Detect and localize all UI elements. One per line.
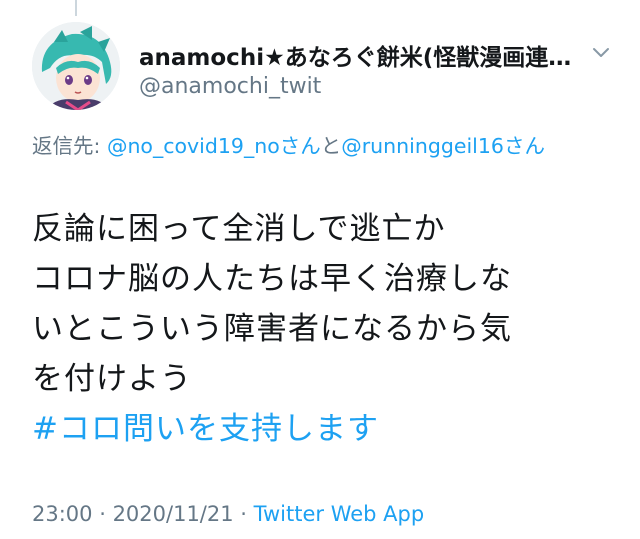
tweet-text-line: を付けよう bbox=[32, 361, 192, 397]
tweet-metadata: 23:00 · 2020/11/21 · Twitter Web App bbox=[32, 502, 424, 526]
tweet-text-line: コロナ脳の人たちは早く治療しな bbox=[32, 261, 512, 297]
mention-link[interactable]: @no_covid19_noさん bbox=[107, 134, 321, 158]
reply-to-prefix: 返信先: bbox=[32, 134, 107, 158]
meta-separator: · bbox=[233, 502, 254, 526]
hashtag-link[interactable]: #コロ問いを支持します bbox=[32, 404, 612, 454]
reply-to-line: 返信先: @no_covid19_noさんと@runninggeil16さん bbox=[32, 130, 617, 162]
author-handle[interactable]: @anamochi_twit bbox=[139, 74, 321, 99]
thread-connector-line bbox=[75, 0, 77, 16]
tweet-text-line: 反論に困って全消しで逃亡か bbox=[32, 211, 446, 247]
avatar-image bbox=[32, 22, 120, 110]
chevron-down-icon[interactable] bbox=[590, 42, 612, 62]
tweet-source-link[interactable]: Twitter Web App bbox=[254, 502, 425, 526]
avatar[interactable] bbox=[32, 22, 120, 110]
author-display-name[interactable]: anamochi★あなろぐ餅米(怪獣漫画連… bbox=[139, 38, 579, 72]
mention-link[interactable]: @runninggeil16さん bbox=[341, 134, 545, 158]
tweet-time[interactable]: 23:00 bbox=[32, 502, 93, 526]
tweet-date[interactable]: 2020/11/21 bbox=[113, 502, 234, 526]
meta-separator: · bbox=[92, 502, 113, 526]
tweet-text: 反論に困って全消しで逃亡か コロナ脳の人たちは早く治療しな いとこういう障害者に… bbox=[32, 204, 612, 454]
tweet-text-line: いとこういう障害者になるから気 bbox=[32, 311, 512, 347]
reply-to-joiner: と bbox=[320, 134, 342, 158]
